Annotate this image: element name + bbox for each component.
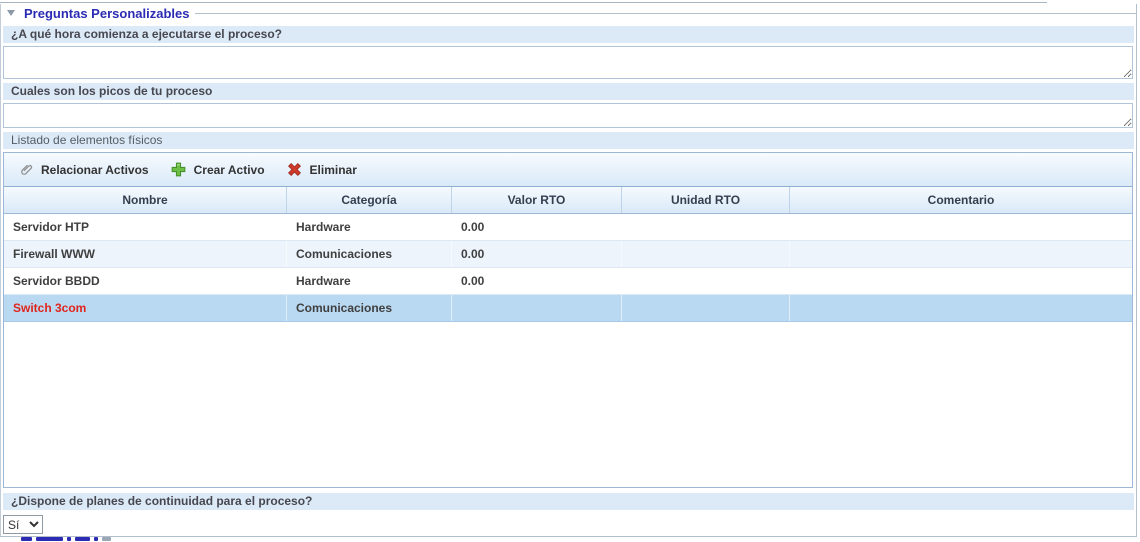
cell-comentario — [790, 295, 1132, 321]
table-row-servidor-htp[interactable]: Servidor HTP Hardware 0.00 — [4, 214, 1132, 241]
green-plus-icon — [171, 162, 187, 178]
column-header-categoria[interactable]: Categoría — [287, 187, 452, 213]
continuity-select[interactable]: Sí — [3, 515, 43, 534]
cutoff-glyph — [21, 537, 32, 541]
cell-valor-rto — [452, 295, 622, 321]
cell-unidad-rto — [622, 241, 790, 267]
column-header-nombre[interactable]: Nombre — [4, 187, 287, 213]
cutoff-glyph — [36, 537, 63, 541]
relacionar-activos-button[interactable]: Relacionar Activos — [14, 159, 153, 181]
eliminar-label: Eliminar — [310, 163, 357, 177]
question-textarea-process-peaks[interactable] — [3, 103, 1133, 128]
paperclip-icon — [18, 162, 34, 178]
grid-header-row: Nombre Categoría Valor RTO Unidad RTO Co… — [4, 187, 1132, 214]
cell-nombre: Firewall WWW — [4, 241, 287, 267]
collapse-arrow-icon[interactable] — [7, 10, 15, 16]
cell-valor-rto: 0.00 — [452, 214, 622, 240]
next-section-legend-cutoff — [0, 537, 1140, 542]
eliminar-button[interactable]: Eliminar — [283, 159, 361, 181]
question-textarea-start-time[interactable] — [3, 46, 1133, 79]
crear-activo-label: Crear Activo — [194, 163, 265, 177]
red-x-icon — [287, 162, 303, 178]
table-row-firewall-www[interactable]: Firewall WWW Comunicaciones 0.00 — [4, 241, 1132, 268]
cutoff-icon-fragment — [102, 537, 111, 541]
legend-divider-line — [195, 13, 1136, 14]
cell-unidad-rto — [622, 214, 790, 240]
column-header-comentario[interactable]: Comentario — [790, 187, 1132, 213]
cell-categoria: Hardware — [287, 214, 452, 240]
cutoff-glyph — [94, 537, 98, 541]
column-header-valor-rto[interactable]: Valor RTO — [452, 187, 622, 213]
relacionar-activos-label: Relacionar Activos — [41, 163, 149, 177]
continuity-question-label: ¿Dispone de planes de continuidad para e… — [3, 493, 1134, 510]
grid-empty-area — [4, 322, 1132, 487]
cell-unidad-rto — [622, 295, 790, 321]
grid-toolbar: Relacionar Activos Crear Activo Eliminar — [4, 153, 1132, 187]
column-header-unidad-rto[interactable]: Unidad RTO — [622, 187, 790, 213]
table-row-switch-3com-selected[interactable]: Switch 3com Comunicaciones — [4, 295, 1132, 322]
section-title[interactable]: Preguntas Personalizables — [24, 6, 189, 21]
cell-valor-rto: 0.00 — [452, 241, 622, 267]
cell-categoria: Comunicaciones — [287, 241, 452, 267]
page: Preguntas Personalizables ¿A qué hora co… — [0, 0, 1140, 542]
question-label-process-peaks: Cuales son los picos de tu proceso — [3, 83, 1134, 100]
table-row-servidor-bbdd[interactable]: Servidor BBDD Hardware 0.00 — [4, 268, 1132, 295]
cutoff-glyph — [75, 537, 90, 541]
cell-nombre: Servidor BBDD — [4, 268, 287, 294]
cell-nombre: Servidor HTP — [4, 214, 287, 240]
cell-comentario — [790, 214, 1132, 240]
section-legend: Preguntas Personalizables — [1, 4, 1136, 22]
cell-categoria: Hardware — [287, 268, 452, 294]
question-label-start-time: ¿A qué hora comienza a ejecutarse el pro… — [3, 26, 1134, 43]
cell-categoria: Comunicaciones — [287, 295, 452, 321]
section-body: ¿A qué hora comienza a ejecutarse el pro… — [1, 22, 1136, 536]
cell-unidad-rto — [622, 268, 790, 294]
cell-valor-rto: 0.00 — [452, 268, 622, 294]
cell-nombre: Switch 3com — [4, 295, 287, 321]
cell-comentario — [790, 241, 1132, 267]
assets-grid: Relacionar Activos Crear Activo Eliminar — [3, 152, 1133, 488]
physical-elements-list-label: Listado de elementos físicos — [3, 132, 1134, 149]
cutoff-glyph — [67, 537, 71, 541]
preguntas-personalizables-section: Preguntas Personalizables ¿A qué hora co… — [0, 4, 1137, 537]
previous-element-cutoff-border — [0, 0, 1047, 3]
crear-activo-button[interactable]: Crear Activo — [167, 159, 269, 181]
cell-comentario — [790, 268, 1132, 294]
